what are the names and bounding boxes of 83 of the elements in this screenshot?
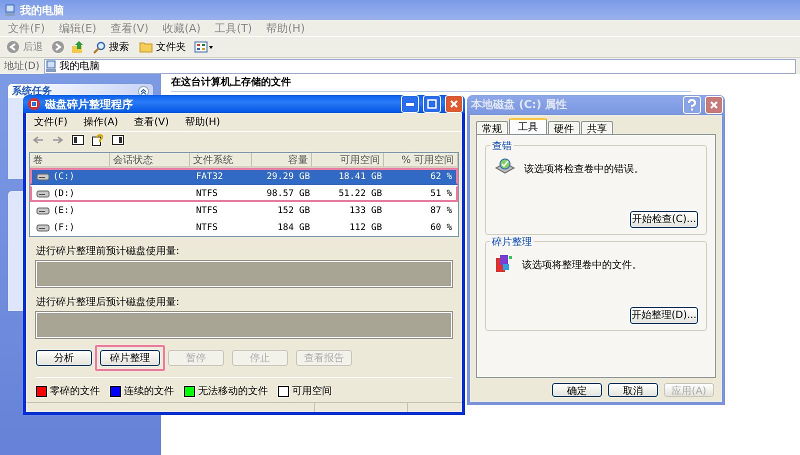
search-icon [93,40,106,54]
table-cell: 62 % [430,172,452,182]
address-label: 地址(D) [4,60,40,73]
minimize-icon [406,102,414,106]
legend-label: 可用空间 [292,384,332,398]
legend-label: 零碎的文件 [50,384,100,398]
drive-icon [36,224,50,232]
table-cell: (C:) [53,172,75,182]
table-cell: 152 GB [277,206,310,216]
usage-label: 进行碎片整理前预计磁盘使用量: [36,244,180,258]
legend-label: 无法移动的文件 [198,384,268,398]
close-icon [708,98,720,111]
column-header[interactable]: 容量 [252,153,312,167]
panel-title: 系统任务 [12,84,52,98]
table-cell: 98.57 GB [266,188,310,198]
group-description: 该选项将检查卷中的错误。 [524,162,644,176]
table-cell: (E:) [53,206,75,216]
help-icon[interactable] [92,134,104,146]
legend-label: 连续的文件 [124,384,174,398]
window-title: 本地磁盘 (C:) 属性 [471,97,568,112]
table-row[interactable]: (D:) NTFS 98.57 GB 51.22 GB 51 % [30,185,458,202]
close-icon [448,98,460,110]
column-header[interactable]: % 可用空间 [384,153,458,167]
disk-check-icon [494,156,516,176]
folder-icon [139,41,153,53]
help-icon [686,98,698,111]
group-action-button[interactable]: 开始检查(C)... [630,210,698,228]
column-header[interactable]: 卷 [30,153,110,167]
table-cell: 87 % [430,206,452,216]
folder-up-icon[interactable] [71,40,85,54]
column-header[interactable]: 会话状态 [110,153,190,167]
toolbar-button[interactable]: 文件夹 [137,39,188,55]
table-cell: 51.22 GB [338,188,382,198]
computer-icon [4,4,16,16]
max-button[interactable] [423,95,441,113]
drive-icon [36,190,50,198]
table-cell: FAT32 [196,172,224,182]
table-row[interactable]: (F:) NTFS 184 GB 112 GB 60 % [30,219,458,236]
table-cell: NTFS [196,222,218,232]
table-row[interactable]: (C:) FAT32 29.29 GB 18.41 GB 62 % [30,168,458,185]
menu-item[interactable]: 操作(A) [84,115,118,129]
action-button[interactable]: 碎片整理 [100,350,160,366]
group-title: 碎片整理 [490,234,534,249]
back-arrow-icon[interactable] [32,135,44,145]
group-action-button[interactable]: 开始整理(D)... [630,306,698,324]
forward-arrow-icon[interactable] [52,135,64,145]
close-button[interactable] [445,95,463,113]
toolbar-button[interactable]: 搜索 [91,39,131,55]
table-cell: 133 GB [349,206,382,216]
table-cell: 60 % [430,222,452,232]
min-button[interactable] [401,95,419,113]
computer-icon [44,60,57,72]
views-icon[interactable] [194,41,214,53]
table-cell: (F:) [53,222,75,232]
table-cell: 18.41 GB [338,172,382,182]
table-row[interactable]: (E:) NTFS 152 GB 133 GB 87 % [30,202,458,219]
table-cell: 112 GB [349,222,382,232]
address-text: 我的电脑 [60,60,100,73]
defrag-app-icon [27,97,41,111]
group-description: 该选项将整理卷中的文件。 [522,258,642,272]
column-header[interactable]: 文件系统 [190,153,252,167]
table-cell: 29.29 GB [266,172,310,182]
section-heading: 在这台计算机上存储的文件 [171,75,691,92]
panel-icon[interactable] [112,135,124,145]
table-cell: NTFS [196,206,218,216]
menu-item[interactable]: 查看(V) [134,115,169,129]
window-title: 我的电脑 [20,2,64,18]
group-title: 查错 [490,138,514,153]
address-field[interactable]: 我的电脑 [44,58,796,74]
table-cell: 184 GB [277,222,310,232]
panel-icon[interactable] [72,135,84,145]
column-header[interactable]: 可用空间 [312,153,384,167]
usage-label: 进行碎片整理后预计磁盘使用量: [36,296,180,309]
drive-icon [36,172,50,180]
table-cell: (D:) [53,188,75,198]
action-button[interactable]: 分析 [36,350,92,366]
table-cell: 51 % [430,188,452,198]
menu-item[interactable]: 文件(F) [34,115,68,129]
drive-icon [36,206,50,214]
maximize-icon [426,98,438,110]
window-title: 磁盘碎片整理程序 [45,96,134,112]
table-cell: NTFS [196,188,218,198]
menu-item[interactable]: 帮助(H) [184,115,220,129]
